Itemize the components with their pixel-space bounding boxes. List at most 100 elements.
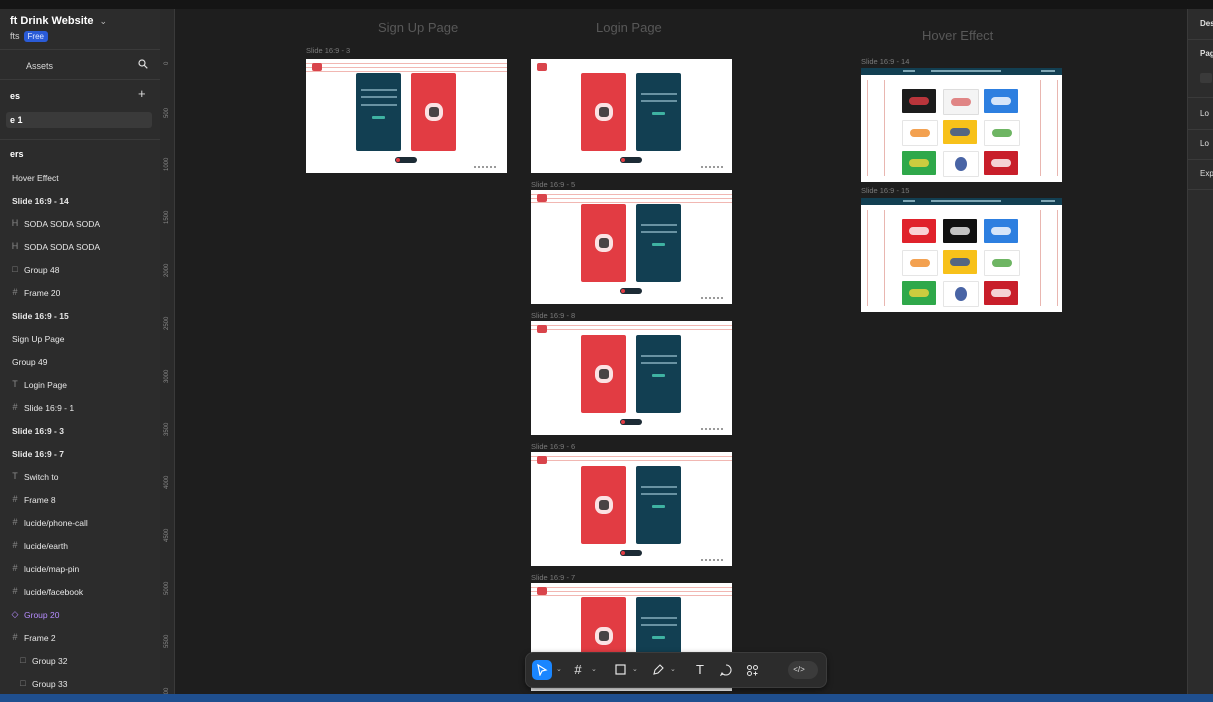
text-tool-button[interactable]: T [692,660,708,680]
frame-label-slide8[interactable]: Slide 16:9 - 8 [531,311,575,320]
frame-label-slide5[interactable]: Slide 16:9 - 5 [531,180,575,189]
add-page-icon[interactable]: + [138,86,146,101]
frame-label-slide15[interactable]: Slide 16:9 - 15 [861,186,909,195]
guide-line [531,194,732,195]
local-variables-label[interactable]: Lo [1200,109,1209,118]
soda-logo [537,587,547,595]
layer-item[interactable]: □ Group 33 [0,675,160,693]
layer-label: Group 48 [24,265,60,275]
tile-mojo [984,151,1018,175]
search-icon[interactable] [138,59,148,69]
frame-label-slide14[interactable]: Slide 16:9 - 14 [861,57,909,66]
brand-mark [990,97,1012,105]
layer-item[interactable]: Sign Up Page [0,330,160,348]
layer-item[interactable]: □ Group 32 [0,652,160,670]
layer-item[interactable]: ◇ Group 20 [0,606,160,624]
layer-item[interactable]: # lucide/facebook [0,583,160,601]
comment-tool-button[interactable] [718,660,734,680]
local-styles-label[interactable]: Lo [1200,139,1209,148]
slide-login-5[interactable] [531,190,732,304]
tile-pepsi [984,89,1018,113]
brand-mark [908,159,930,167]
layer-item[interactable]: Slide 16:9 - 3 [0,422,160,440]
layer-item[interactable]: Slide 16:9 - 14 [0,192,160,210]
brand-mark [909,129,931,137]
slide-signup[interactable] [306,59,507,173]
layer-item[interactable]: # lucide/phone-call [0,514,160,532]
login-form-card [636,335,681,413]
slide-login-8[interactable] [531,321,732,435]
layer-item[interactable]: # Frame 20 [0,284,160,302]
signup-form-card [356,73,401,151]
soda-logo [312,63,322,71]
file-title-text: ft Drink Website [10,15,94,27]
tile-fanta [943,250,977,274]
page-section-label: Pag [1200,49,1213,58]
layer-label: Group 49 [12,357,48,367]
layer-item[interactable]: Slide 16:9 - 15 [0,307,160,325]
chevron-down-icon[interactable]: ⌄ [100,16,108,26]
section-title-login[interactable]: Login Page [596,20,662,35]
section-title-hover[interactable]: Hover Effect [922,28,993,43]
drafts-row: fts Free [10,31,48,42]
group-icon: □ [12,264,18,274]
switch-pill [620,157,642,163]
frame-label-slide7[interactable]: Slide 16:9 - 7 [531,573,575,582]
chevron-down-icon[interactable]: ⌄ [591,660,597,680]
pen-tool-button[interactable] [650,660,666,680]
layer-label: Switch to [24,472,59,482]
nav-icons [1041,70,1055,72]
form-line [640,92,677,95]
layer-label: Group 32 [32,656,68,666]
tile-7up [943,219,977,243]
design-tab[interactable]: Des [1200,19,1213,28]
page-item-1[interactable]: e 1 [6,112,152,128]
dev-mode-toggle[interactable]: </> [788,661,818,679]
shape-tool-button[interactable] [612,660,628,680]
layer-label: Frame 8 [24,495,56,505]
layer-label: Frame 2 [24,633,56,643]
export-label[interactable]: Exp [1200,169,1213,178]
chevron-down-icon[interactable]: ⌄ [670,660,676,680]
chevron-down-icon[interactable]: ⌄ [556,660,562,680]
layer-item[interactable]: Hover Effect [0,169,160,187]
side-decoration [1040,80,1058,176]
slide-login-6[interactable] [531,452,732,566]
form-line [640,100,677,103]
form-line [640,223,677,226]
move-tool-button[interactable] [532,660,552,680]
layer-item[interactable]: Slide 16:9 - 7 [0,445,160,463]
layer-item[interactable]: H SODA SODA SODA [0,238,160,256]
frame-icon: # [12,586,18,596]
layer-item[interactable]: T Switch to [0,468,160,486]
layer-item[interactable]: # lucide/earth [0,537,160,555]
layer-item[interactable]: # Slide 16:9 - 1 [0,399,160,417]
brand-mark [991,129,1013,137]
divider [0,79,160,80]
layer-item[interactable]: # Frame 2 [0,629,160,647]
assets-tab[interactable]: Assets [26,61,53,71]
layer-item[interactable]: # lucide/map-pin [0,560,160,578]
frame-tool-button[interactable]: # [570,660,586,680]
layer-item[interactable]: # Frame 8 [0,491,160,509]
slide-login-1[interactable] [531,59,732,173]
section-title-signup[interactable]: Sign Up Page [378,20,458,35]
layer-item[interactable]: Group 49 [0,353,160,371]
file-title[interactable]: ft Drink Website ⌄ [10,15,107,27]
page-color-swatch[interactable] [1200,73,1212,83]
frame-label-slide3[interactable]: Slide 16:9 - 3 [306,46,350,55]
layer-item[interactable]: H SODA SODA SODA [0,215,160,233]
brand-mark [954,156,968,172]
frame-icon: # [12,563,18,573]
guide-line [531,198,732,199]
slide-hover-14[interactable] [861,68,1062,182]
frame-icon: # [12,540,18,550]
layer-label: Group 33 [32,679,68,689]
frame-label-slide6[interactable]: Slide 16:9 - 6 [531,442,575,451]
slide-hover-15[interactable] [861,198,1062,312]
layer-item[interactable]: T Login Page [0,376,160,394]
actions-button[interactable] [742,660,762,680]
site-navbar [861,198,1062,205]
chevron-down-icon[interactable]: ⌄ [632,660,638,680]
layer-item[interactable]: □ Group 48 [0,261,160,279]
